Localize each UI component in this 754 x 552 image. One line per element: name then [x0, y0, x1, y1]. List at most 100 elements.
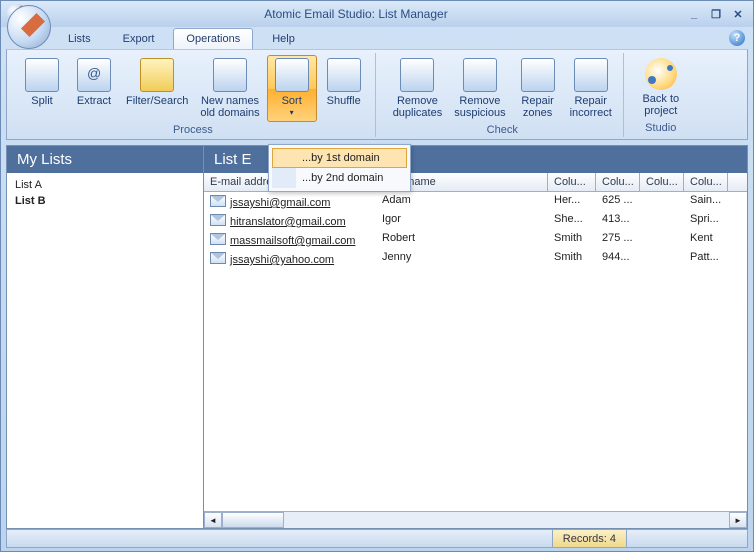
menu-lists[interactable]: Lists — [55, 28, 104, 49]
cell-0-4 — [640, 192, 684, 211]
cell-1-5: Spri... — [684, 211, 728, 230]
menu-operations[interactable]: Operations — [173, 28, 253, 49]
ribbon-group-studio: Back toproject Studio — [630, 53, 692, 137]
back-icon — [645, 58, 677, 90]
ribbon-back-button[interactable]: Back toproject — [636, 55, 686, 120]
scroll-track[interactable] — [284, 512, 729, 528]
cell-0-5: Sain... — [684, 192, 728, 211]
sort-dropdown-menu: ...by 1st domain ...by 2nd domain — [268, 144, 411, 192]
ribbon-filter-label: Filter/Search — [126, 95, 188, 107]
sort-by-1st-domain[interactable]: ...by 1st domain — [272, 148, 407, 168]
cell-0-0: jssayshi@gmail.com — [204, 192, 376, 211]
table-row[interactable]: massmailsoft@gmail.com RobertSmith275 ...… — [204, 230, 747, 249]
ribbon-group-studio-title: Studio — [636, 122, 686, 134]
ribbon-check-row: Removeduplicates Removesuspicious Repairzo… — [388, 55, 617, 122]
sidebar-title: My Lists — [7, 146, 203, 173]
extract-icon — [77, 58, 111, 92]
sidebar: My Lists List AList B — [6, 145, 204, 529]
column-header-2[interactable]: Colu... — [548, 173, 596, 191]
ribbon-shuffle-label: Shuffle — [327, 95, 361, 107]
column-header-5[interactable]: Colu... — [684, 173, 728, 191]
envelope-icon — [210, 233, 226, 245]
column-header-4[interactable]: Colu... — [640, 173, 684, 191]
table-row[interactable]: jssayshi@gmail.comAdamHer...625 ...Sain.… — [204, 192, 747, 211]
column-header-3[interactable]: Colu... — [596, 173, 640, 191]
sidebar-item-list-b[interactable]: List B — [13, 193, 197, 209]
cell-1-2: She... — [548, 211, 596, 230]
ribbon-rmdup-button[interactable]: Removeduplicates — [388, 55, 448, 122]
window-controls: _ ❐ ✕ — [685, 6, 747, 22]
ribbon-extract-button[interactable]: Extract — [69, 55, 119, 122]
list-panel: List E E-mail addressUser nameColu...Col… — [204, 145, 748, 529]
cell-2-4 — [640, 230, 684, 249]
grid-body: jssayshi@gmail.comAdamHer...625 ...Sain.… — [204, 192, 747, 511]
ribbon-newnames-label: New namesold domains — [200, 95, 259, 119]
envelope-icon — [210, 214, 226, 226]
cell-1-0: hitranslator@gmail.com — [204, 211, 376, 230]
split-icon — [25, 58, 59, 92]
newnames-icon — [213, 58, 247, 92]
sort-by-2nd-domain[interactable]: ...by 2nd domain — [272, 168, 407, 188]
rmsus-icon — [463, 58, 497, 92]
menu-export[interactable]: Export — [110, 28, 168, 49]
cell-2-5: Kent — [684, 230, 728, 249]
progress-placeholder — [12, 533, 212, 544]
envelope-icon — [210, 195, 226, 207]
ribbon-shuffle-button[interactable]: Shuffle — [319, 55, 369, 122]
ribbon-filter-button[interactable]: Filter/Search — [121, 55, 193, 122]
ribbon-studio-row: Back toproject — [636, 55, 686, 120]
ribbon-sort-dropdown-arrow[interactable]: ▾ — [290, 108, 294, 117]
menu-help[interactable]: Help — [259, 28, 308, 49]
menubar: Lists Export Operations Help — [55, 27, 753, 49]
ribbon-sort-button[interactable]: Sort▾ — [267, 55, 317, 122]
scroll-left-arrow[interactable]: ◄ — [204, 512, 222, 528]
scroll-right-arrow[interactable]: ► — [729, 512, 747, 528]
horizontal-scrollbar[interactable]: ◄ ► — [204, 511, 747, 528]
scroll-thumb[interactable] — [222, 512, 284, 528]
statusbar: Records: 4 — [6, 529, 748, 548]
cell-0-1: Adam — [376, 192, 548, 211]
ribbon: Split Extract Filter/Search New namesold do… — [6, 49, 748, 140]
ribbon-group-check-title: Check — [388, 124, 617, 136]
titlebar: Atomic Email Studio: List Manager _ ❐ ✕ — [1, 1, 753, 27]
email-text: massmailsoft@gmail.com — [230, 235, 355, 247]
cell-2-1: Robert — [376, 230, 548, 249]
cell-2-2: Smith — [548, 230, 596, 249]
ribbon-process-row: Split Extract Filter/Search New namesold do… — [17, 55, 369, 122]
cell-3-4 — [640, 249, 684, 268]
window-title: Atomic Email Studio: List Manager — [27, 7, 685, 21]
cell-3-0: jssayshi@yahoo.com — [204, 249, 376, 268]
ribbon-rmsus-button[interactable]: Removesuspicious — [449, 55, 510, 122]
sidebar-item-list-a[interactable]: List A — [13, 177, 197, 193]
ribbon-split-label: Split — [31, 95, 52, 107]
app-logo-icon[interactable] — [7, 5, 51, 49]
cell-2-0: massmailsoft@gmail.com — [204, 230, 376, 249]
ribbon-rinc-button[interactable]: Repairincorrect — [565, 55, 617, 122]
envelope-icon — [210, 252, 226, 264]
shuffle-icon — [327, 58, 361, 92]
help-icon[interactable]: ? — [729, 30, 745, 46]
cell-2-3: 275 ... — [596, 230, 640, 249]
maximize-button[interactable]: ❐ — [707, 6, 725, 22]
email-text: jssayshi@yahoo.com — [230, 254, 334, 266]
content-area: My Lists List AList B List E E-mail addr… — [6, 145, 748, 529]
table-row[interactable]: jssayshi@yahoo.comJennySmith944...Patt..… — [204, 249, 747, 268]
minimize-button[interactable]: _ — [685, 6, 703, 22]
email-text: jssayshi@gmail.com — [230, 197, 330, 209]
ribbon-sort-label: Sort — [282, 95, 302, 107]
cell-1-4 — [640, 211, 684, 230]
close-button[interactable]: ✕ — [729, 6, 747, 22]
ribbon-split-button[interactable]: Split — [17, 55, 67, 122]
rzone-icon — [521, 58, 555, 92]
ribbon-rmsus-label: Removesuspicious — [454, 95, 505, 119]
ribbon-rmdup-label: Removeduplicates — [393, 95, 443, 119]
sidebar-list: List AList B — [7, 173, 203, 528]
status-records: Records: 4 — [552, 530, 626, 547]
filter-icon — [140, 58, 174, 92]
cell-3-1: Jenny — [376, 249, 548, 268]
email-text: hitranslator@gmail.com — [230, 216, 346, 228]
ribbon-newnames-button[interactable]: New namesold domains — [195, 55, 264, 122]
cell-3-2: Smith — [548, 249, 596, 268]
table-row[interactable]: hitranslator@gmail.comIgorShe...413...Sp… — [204, 211, 747, 230]
ribbon-rzone-button[interactable]: Repairzones — [513, 55, 563, 122]
